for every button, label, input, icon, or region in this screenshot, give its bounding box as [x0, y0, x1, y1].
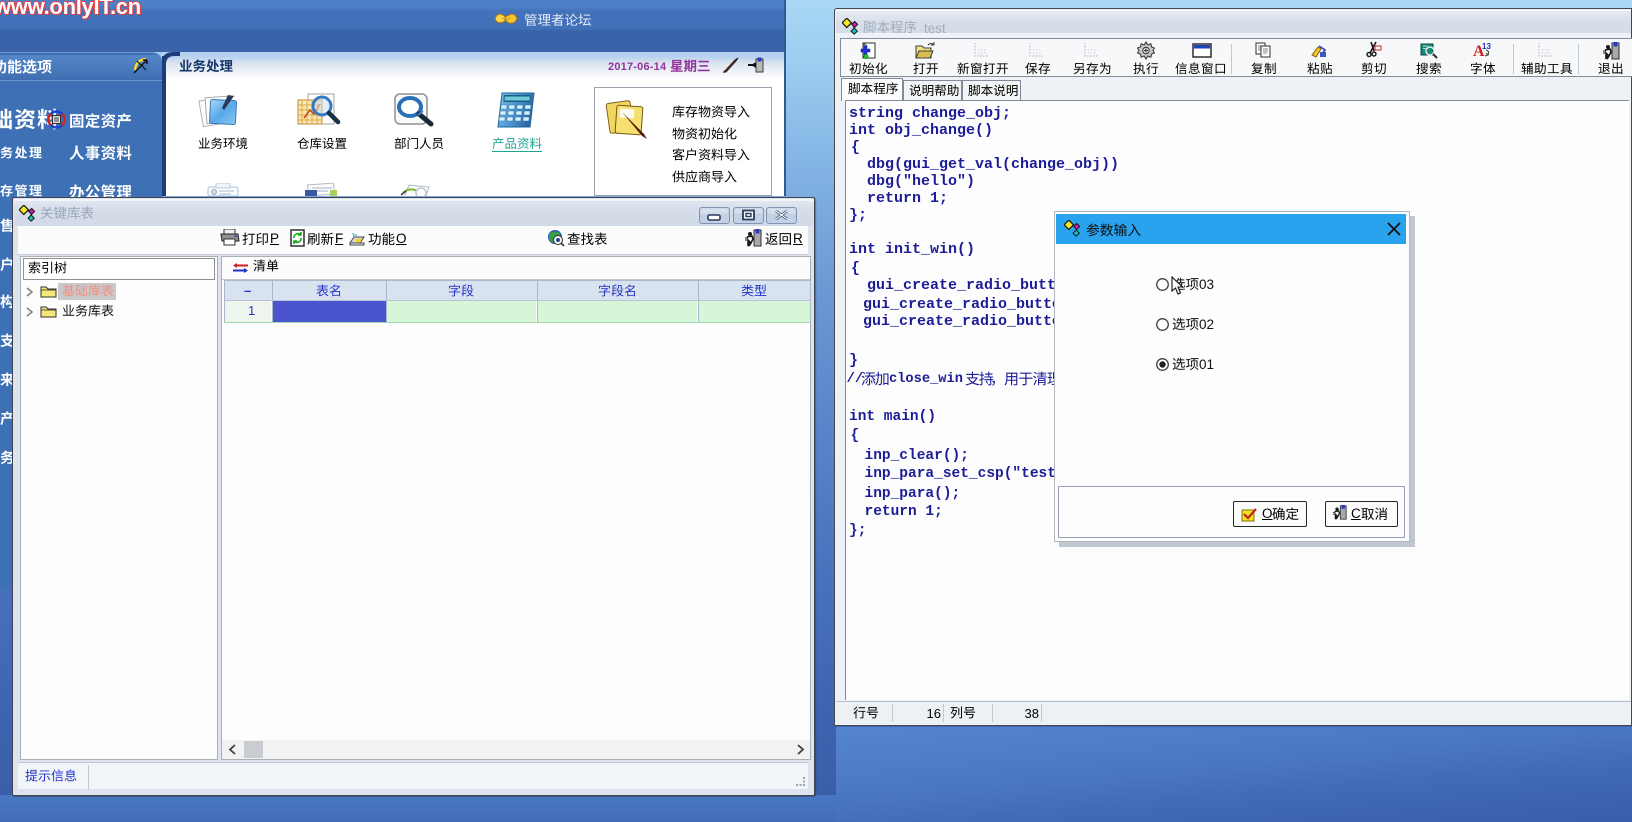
svg-text:13: 13: [1482, 42, 1491, 51]
